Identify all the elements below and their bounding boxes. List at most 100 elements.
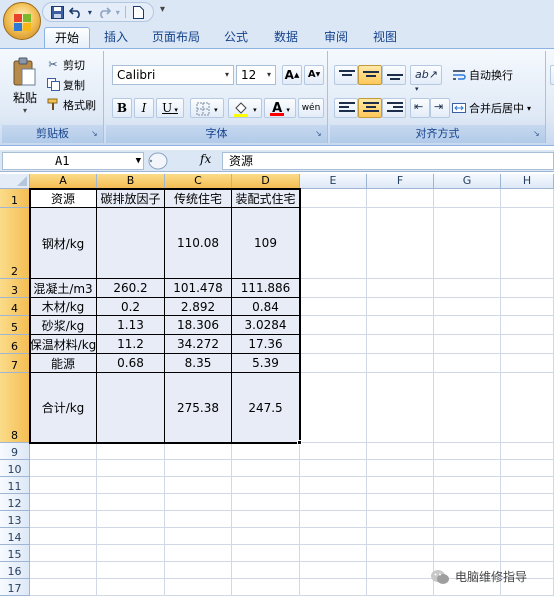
align-center-button[interactable] — [358, 98, 382, 118]
increase-indent-button[interactable]: ⇥ — [430, 98, 450, 118]
tab-review[interactable]: 审阅 — [314, 27, 358, 48]
font-name-combo[interactable]: Calibri ▾ — [112, 65, 234, 85]
cell-h9[interactable] — [501, 443, 554, 460]
cell-f16[interactable] — [367, 562, 434, 579]
cell-a8[interactable]: 合计/kg — [30, 373, 97, 443]
select-all-button[interactable] — [0, 174, 30, 189]
cell-a9[interactable] — [30, 443, 97, 460]
cell-g10[interactable] — [434, 460, 501, 477]
cell-h15[interactable] — [501, 545, 554, 562]
formula-input[interactable]: 资源 — [222, 152, 554, 170]
undo-icon[interactable] — [68, 4, 85, 20]
row-header-9[interactable]: 9 — [0, 443, 30, 460]
cell-d5[interactable]: 3.0284 — [232, 316, 300, 335]
cell-b5[interactable]: 1.13 — [97, 316, 165, 335]
paste-button[interactable]: 粘贴 ▾ — [8, 55, 42, 119]
row-header-5[interactable]: 5 — [0, 316, 30, 335]
cell-b11[interactable] — [97, 477, 165, 494]
row-header-12[interactable]: 12 — [0, 494, 30, 511]
cell-e15[interactable] — [300, 545, 367, 562]
cell-h13[interactable] — [501, 511, 554, 528]
redo-dropdown-icon[interactable]: ▾ — [114, 4, 121, 20]
cell-a1[interactable]: 资源 — [30, 189, 97, 208]
cell-c1[interactable]: 传统住宅 — [165, 189, 232, 208]
cell-h5[interactable] — [501, 316, 554, 335]
decrease-indent-button[interactable]: ⇤ — [410, 98, 430, 118]
cell-g9[interactable] — [434, 443, 501, 460]
cell-g6[interactable] — [434, 335, 501, 354]
cell-f14[interactable] — [367, 528, 434, 545]
cell-f7[interactable] — [367, 354, 434, 373]
cell-d12[interactable] — [232, 494, 300, 511]
tab-insert[interactable]: 插入 — [94, 27, 138, 48]
underline-button[interactable]: U ▾ — [156, 98, 184, 118]
cell-d11[interactable] — [232, 477, 300, 494]
name-box[interactable]: A1 ▼ — [2, 152, 144, 170]
save-icon[interactable] — [49, 4, 66, 20]
tab-data[interactable]: 数据 — [264, 27, 308, 48]
cell-c13[interactable] — [165, 511, 232, 528]
cell-g5[interactable] — [434, 316, 501, 335]
alignment-launcher-icon[interactable]: ↘ — [533, 130, 542, 139]
insert-function-button[interactable]: fx — [200, 152, 211, 166]
cell-g13[interactable] — [434, 511, 501, 528]
cell-e5[interactable] — [300, 316, 367, 335]
cell-f11[interactable] — [367, 477, 434, 494]
row-header-10[interactable]: 10 — [0, 460, 30, 477]
cell-a13[interactable] — [30, 511, 97, 528]
cell-a16[interactable] — [30, 562, 97, 579]
cell-b2[interactable] — [97, 208, 165, 279]
borders-button[interactable]: ▾ — [190, 98, 224, 118]
cell-b13[interactable] — [97, 511, 165, 528]
row-header-16[interactable]: 16 — [0, 562, 30, 579]
cell-c3[interactable]: 101.478 — [165, 279, 232, 298]
row-header-7[interactable]: 7 — [0, 354, 30, 373]
formula-bar-resize-icon[interactable] — [148, 152, 168, 170]
orientation-button[interactable]: ab↗ ▾ — [410, 65, 442, 93]
cell-c4[interactable]: 2.892 — [165, 298, 232, 316]
column-header-h[interactable]: H — [501, 174, 554, 189]
cell-d7[interactable]: 5.39 — [232, 354, 300, 373]
cell-f17[interactable] — [367, 579, 434, 596]
fill-handle[interactable] — [297, 440, 302, 445]
cell-d4[interactable]: 0.84 — [232, 298, 300, 316]
cell-d1[interactable]: 装配式住宅 — [232, 189, 300, 208]
cell-a2[interactable]: 钢材/kg — [30, 208, 97, 279]
column-header-c[interactable]: C — [165, 174, 232, 189]
row-header-15[interactable]: 15 — [0, 545, 30, 562]
cell-h8[interactable] — [501, 373, 554, 443]
cell-g1[interactable] — [434, 189, 501, 208]
cell-g3[interactable] — [434, 279, 501, 298]
cell-f10[interactable] — [367, 460, 434, 477]
cell-f4[interactable] — [367, 298, 434, 316]
cell-g12[interactable] — [434, 494, 501, 511]
cell-b1[interactable]: 碳排放因子 — [97, 189, 165, 208]
cell-d9[interactable] — [232, 443, 300, 460]
cell-c8[interactable]: 275.38 — [165, 373, 232, 443]
cell-g4[interactable] — [434, 298, 501, 316]
cell-h1[interactable] — [501, 189, 554, 208]
phonetic-button[interactable]: wén — [298, 98, 324, 118]
cell-b10[interactable] — [97, 460, 165, 477]
cell-a11[interactable] — [30, 477, 97, 494]
column-header-f[interactable]: F — [367, 174, 434, 189]
cell-g11[interactable] — [434, 477, 501, 494]
cell-b12[interactable] — [97, 494, 165, 511]
cell-h4[interactable] — [501, 298, 554, 316]
cell-b14[interactable] — [97, 528, 165, 545]
undo-dropdown-icon[interactable]: ▾ — [86, 4, 93, 20]
row-header-2[interactable]: 2 — [0, 208, 30, 279]
cell-f12[interactable] — [367, 494, 434, 511]
name-box-dropdown-icon[interactable]: ▼ — [136, 153, 141, 169]
cell-c15[interactable] — [165, 545, 232, 562]
cell-a17[interactable] — [30, 579, 97, 596]
cell-h6[interactable] — [501, 335, 554, 354]
cell-h3[interactable] — [501, 279, 554, 298]
shrink-font-button[interactable]: A▼ — [304, 65, 324, 85]
cell-f5[interactable] — [367, 316, 434, 335]
column-header-e[interactable]: E — [300, 174, 367, 189]
tab-page-layout[interactable]: 页面布局 — [142, 27, 210, 48]
cell-b8[interactable] — [97, 373, 165, 443]
cell-d14[interactable] — [232, 528, 300, 545]
cell-d8[interactable]: 247.5 — [232, 373, 300, 443]
